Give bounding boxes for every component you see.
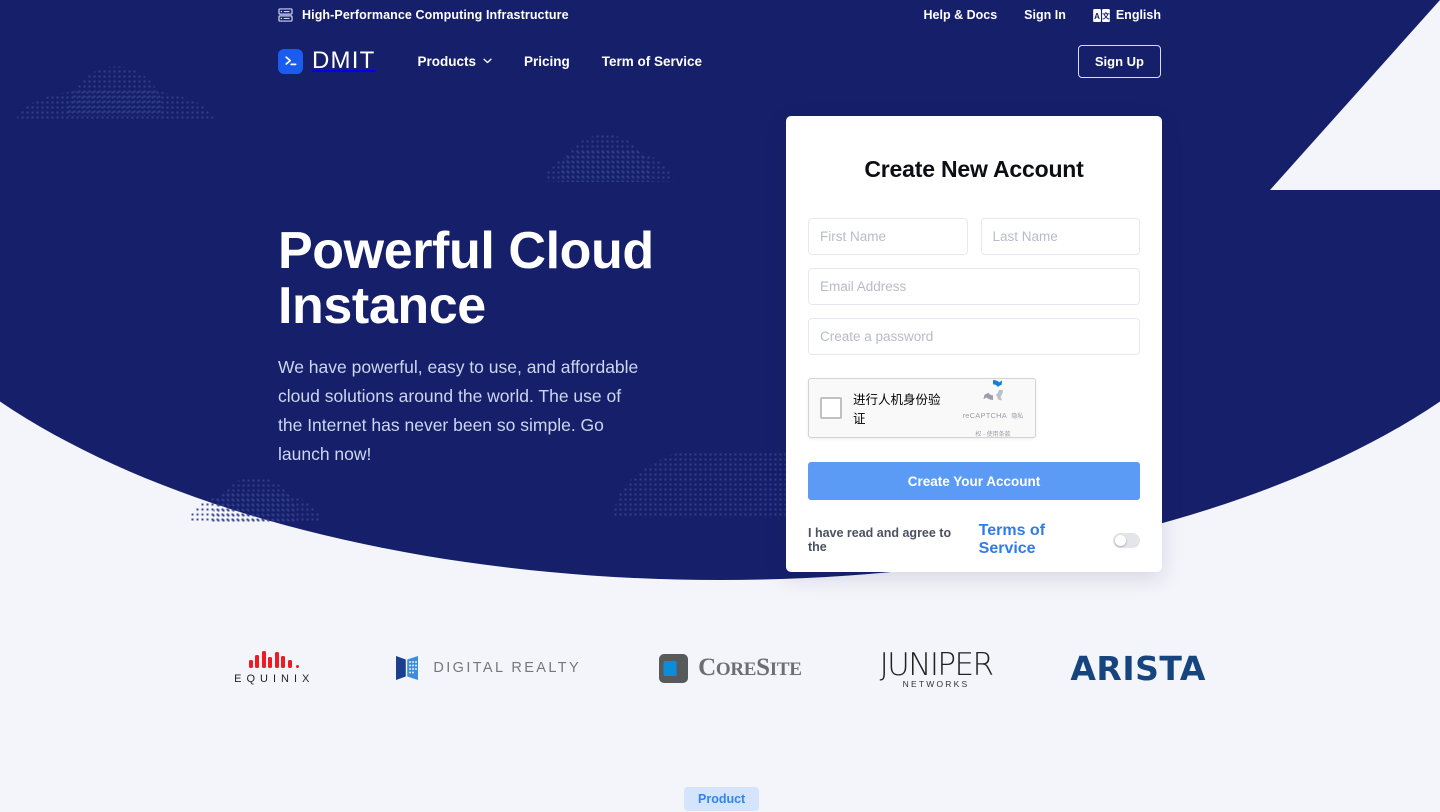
arista-wordmark: ARISTA bbox=[1070, 649, 1205, 688]
nav-left-group: DMIT Products Pricing Term of Service bbox=[278, 40, 718, 82]
decorative-dot-hill bbox=[536, 150, 682, 182]
nav-item-label: Pricing bbox=[524, 54, 570, 69]
hero-navy-panel bbox=[0, 0, 1440, 580]
terminal-prompt-icon bbox=[278, 49, 303, 74]
translate-icon: A 文 bbox=[1093, 9, 1110, 22]
top-utility-bar: High-Performance Computing Infrastructur… bbox=[0, 0, 1440, 30]
card-title: Create New Account bbox=[808, 116, 1140, 183]
partner-logo-juniper: JUNIPER NETWORKS bbox=[880, 647, 993, 689]
coresite-word-s: S bbox=[756, 654, 770, 681]
partner-logos-strip: EQUINIX DIGITAL REALTY bbox=[0, 628, 1440, 708]
coresite-wordmark: CORESITE bbox=[698, 654, 802, 682]
svg-text:文: 文 bbox=[1102, 10, 1110, 20]
hero-title-line-2: Instance bbox=[278, 277, 486, 335]
nav-item-label: Products bbox=[417, 54, 476, 69]
decorative-dot-hill bbox=[540, 104, 670, 182]
name-fields-row bbox=[808, 218, 1140, 255]
create-account-button[interactable]: Create Your Account bbox=[808, 462, 1140, 500]
hero-copy: Powerful Cloud Instance We have powerful… bbox=[278, 224, 678, 469]
juniper-wordmark: JUNIPER bbox=[880, 647, 993, 683]
topbar-left-group: High-Performance Computing Infrastructur… bbox=[278, 0, 569, 30]
decorative-dot-hill bbox=[180, 492, 330, 522]
section-badge-product: Product bbox=[684, 787, 759, 811]
topbar-right-group: Help & Docs Sign In A 文 English bbox=[924, 0, 1161, 30]
terms-of-service-link[interactable]: Terms of Service bbox=[979, 522, 1102, 558]
equinix-wordmark: EQUINIX bbox=[234, 673, 314, 685]
hero-title-line-1: Powerful Cloud bbox=[278, 222, 654, 280]
email-field-wrap bbox=[808, 268, 1140, 305]
password-input[interactable] bbox=[808, 318, 1140, 355]
server-rack-icon bbox=[278, 8, 293, 22]
create-account-card: Create New Account 进行人机身份验证 reCAPTCHA bbox=[786, 116, 1162, 572]
page-title: Powerful Cloud Instance bbox=[278, 224, 678, 333]
juniper-sub-wordmark: NETWORKS bbox=[903, 679, 970, 689]
partner-logo-arista: ARISTA bbox=[1070, 649, 1205, 688]
brand-name: DMIT bbox=[312, 47, 375, 75]
nav-item-pricing[interactable]: Pricing bbox=[508, 54, 586, 69]
recaptcha-brand-name: reCAPTCHA bbox=[963, 411, 1007, 420]
recaptcha-logo-icon bbox=[962, 376, 1024, 404]
main-navigation: DMIT Products Pricing Term of Service Si… bbox=[0, 40, 1440, 82]
email-input[interactable] bbox=[808, 268, 1140, 305]
sign-up-button[interactable]: Sign Up bbox=[1078, 45, 1161, 78]
equinix-mark-icon bbox=[249, 651, 300, 668]
nav-item-products[interactable]: Products bbox=[401, 54, 508, 69]
partner-logo-digital-realty: DIGITAL REALTY bbox=[392, 653, 581, 683]
language-label: English bbox=[1116, 8, 1161, 22]
coresite-word-ite: ITE bbox=[770, 659, 802, 680]
terms-agreement-row: I have read and agree to the Terms of Se… bbox=[808, 522, 1140, 558]
hero-subtitle: We have powerful, easy to use, and affor… bbox=[278, 353, 648, 469]
terms-agreement-toggle[interactable] bbox=[1113, 533, 1140, 548]
coresite-word-ore: ORE bbox=[716, 659, 756, 680]
coresite-mark-icon bbox=[659, 654, 698, 683]
partner-logo-coresite: CORESITE bbox=[659, 654, 802, 683]
nav-item-label: Term of Service bbox=[602, 54, 702, 69]
decorative-dot-hill bbox=[10, 90, 220, 120]
terms-text: I have read and agree to the bbox=[808, 526, 968, 554]
digital-realty-mark-icon bbox=[392, 653, 433, 683]
hero-background-shape bbox=[0, 0, 1440, 660]
language-selector[interactable]: A 文 English bbox=[1093, 8, 1161, 22]
svg-text:A: A bbox=[1094, 11, 1100, 20]
brand-logo[interactable]: DMIT bbox=[278, 47, 375, 75]
last-name-input[interactable] bbox=[981, 218, 1141, 255]
first-name-input[interactable] bbox=[808, 218, 968, 255]
digital-realty-wordmark: DIGITAL REALTY bbox=[433, 660, 581, 676]
recaptcha-widget[interactable]: 进行人机身份验证 reCAPTCHA 隐私权 - 使用条款 bbox=[808, 378, 1036, 438]
recaptcha-branding: reCAPTCHA 隐私权 - 使用条款 bbox=[962, 376, 1024, 441]
help-and-docs-link[interactable]: Help & Docs bbox=[924, 8, 998, 22]
partner-logo-equinix: EQUINIX bbox=[234, 651, 314, 685]
nav-item-term-of-service[interactable]: Term of Service bbox=[586, 54, 718, 69]
recaptcha-checkbox[interactable] bbox=[820, 397, 842, 419]
nav-right-group: Sign Up bbox=[1078, 40, 1161, 82]
sign-in-link[interactable]: Sign In bbox=[1024, 8, 1066, 22]
chevron-down-icon bbox=[483, 58, 492, 64]
coresite-word-c: C bbox=[698, 654, 716, 681]
topbar-tagline: High-Performance Computing Infrastructur… bbox=[302, 8, 569, 22]
password-field-wrap bbox=[808, 318, 1140, 355]
recaptcha-label: 进行人机身份验证 bbox=[853, 389, 951, 427]
